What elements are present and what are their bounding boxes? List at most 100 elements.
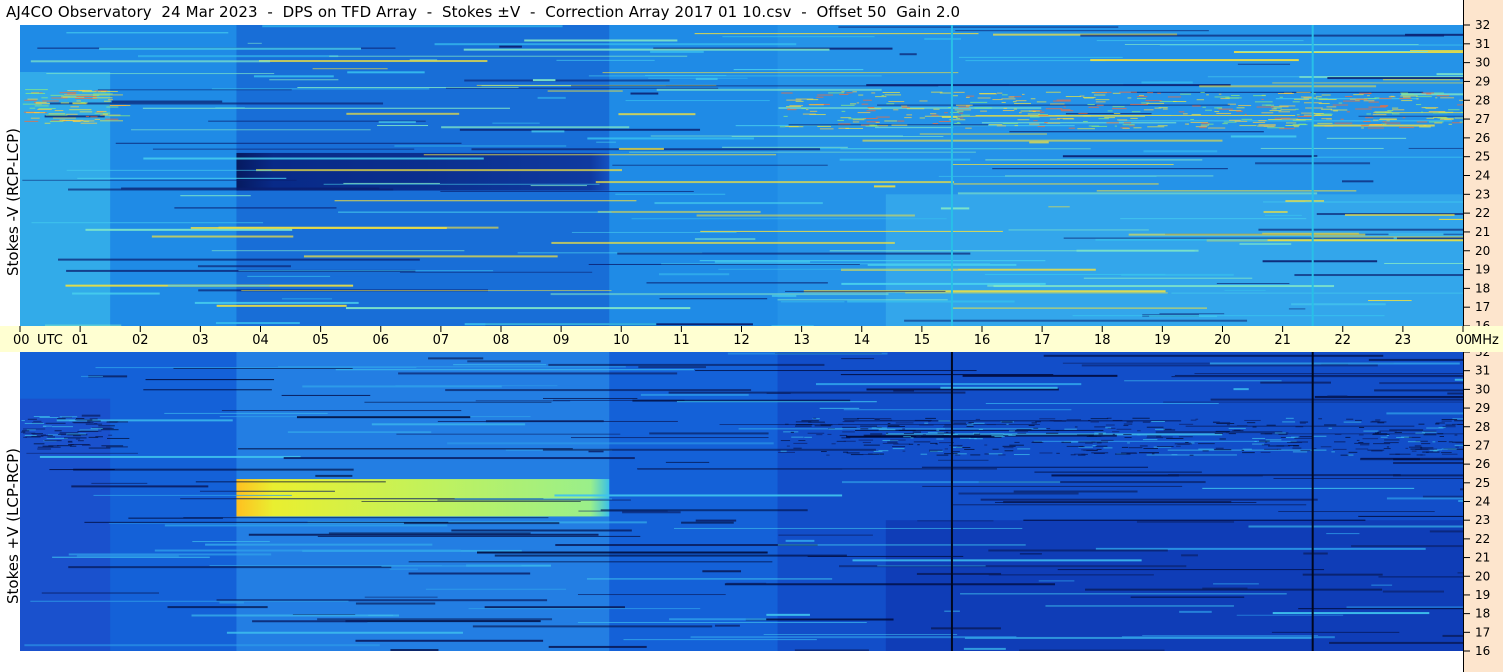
interference-burst	[1147, 435, 1162, 437]
interference-burst	[1088, 125, 1100, 127]
noise-streak	[73, 468, 354, 471]
noise-streak	[1096, 190, 1357, 192]
interference-burst	[1292, 101, 1300, 103]
interference-burst	[1333, 448, 1347, 450]
interference-burst	[70, 444, 90, 446]
interference-burst	[1014, 102, 1031, 104]
interference-burst	[1330, 109, 1348, 111]
frequency-tick-label: 22	[1475, 206, 1490, 220]
interference-burst	[930, 113, 937, 115]
noise-streak	[121, 187, 380, 190]
noise-streak	[841, 282, 1046, 285]
noise-streak	[199, 490, 335, 492]
noise-streak	[364, 596, 438, 598]
interference-burst	[1354, 442, 1370, 444]
interference-burst	[1201, 122, 1210, 124]
interference-burst	[992, 448, 999, 450]
interference-burst	[1030, 116, 1040, 118]
noise-streak	[1248, 525, 1463, 528]
interference-burst	[1121, 446, 1129, 448]
interference-burst	[1017, 448, 1031, 450]
interference-burst	[839, 434, 848, 436]
noise-streak	[335, 369, 695, 371]
noise-streak	[794, 649, 869, 651]
interference-burst	[1321, 94, 1331, 96]
frequency-tick-label: 26	[1475, 131, 1490, 145]
noise-streak	[85, 228, 293, 231]
interference-burst	[992, 99, 1003, 101]
interference-burst	[1017, 432, 1027, 434]
interference-burst	[817, 94, 834, 96]
noise-streak	[258, 60, 488, 63]
noise-streak	[211, 250, 465, 252]
interference-burst	[888, 101, 905, 103]
interference-burst	[1137, 434, 1141, 436]
noise-streak	[1090, 59, 1299, 62]
interference-burst	[842, 426, 857, 428]
noise-streak	[1209, 362, 1460, 365]
interference-burst	[848, 118, 866, 120]
interference-burst	[1373, 443, 1391, 445]
interference-burst	[102, 113, 108, 115]
interference-burst	[1332, 104, 1349, 106]
interference-burst	[863, 444, 880, 446]
interference-burst	[846, 92, 853, 94]
noise-streak	[841, 358, 875, 360]
noise-streak	[345, 620, 541, 623]
noise-streak	[588, 75, 882, 77]
noise-streak	[302, 385, 502, 388]
interference-burst	[1229, 119, 1241, 121]
time-tick-label: 17	[1034, 333, 1051, 348]
interference-burst	[1151, 421, 1165, 423]
noise-streak	[1085, 588, 1383, 591]
noise-streak	[1368, 300, 1412, 302]
interference-burst	[1215, 447, 1224, 449]
noise-streak	[183, 517, 549, 519]
interference-burst	[1252, 437, 1266, 439]
interference-burst	[842, 421, 855, 423]
noise-streak	[570, 437, 769, 439]
noise-streak	[46, 73, 275, 75]
noise-streak	[852, 559, 1142, 562]
noise-streak	[550, 293, 889, 296]
interference-burst	[1116, 428, 1132, 430]
noise-streak	[219, 601, 244, 604]
interference-burst	[1392, 107, 1399, 109]
interference-burst	[33, 443, 45, 445]
interference-burst	[1142, 421, 1151, 423]
noise-streak	[464, 79, 670, 82]
interference-burst	[47, 436, 56, 438]
interference-burst	[1117, 119, 1128, 121]
interference-burst	[1375, 112, 1394, 114]
noise-streak	[1305, 201, 1463, 203]
interference-burst	[806, 99, 819, 101]
interference-burst	[1176, 445, 1181, 447]
interference-burst	[787, 109, 797, 111]
noise-streak	[1422, 495, 1463, 498]
interference-burst	[1440, 97, 1455, 99]
interference-burst	[1331, 451, 1335, 453]
interference-burst	[1094, 426, 1106, 428]
interference-burst	[828, 428, 843, 430]
noise-streak	[346, 112, 460, 115]
interference-burst	[1050, 420, 1063, 422]
interference-burst	[974, 107, 992, 109]
noise-streak	[547, 90, 623, 92]
interference-burst	[1112, 431, 1120, 433]
interference-burst	[94, 118, 101, 120]
noise-streak	[1291, 303, 1386, 306]
interference-burst	[984, 444, 988, 446]
interference-burst	[1358, 92, 1372, 94]
interference-burst	[80, 122, 98, 124]
interference-burst	[875, 96, 887, 98]
interference-burst	[1420, 447, 1434, 449]
interference-burst	[85, 115, 90, 117]
time-tick-label: 18	[1094, 333, 1111, 348]
interference-burst	[975, 435, 981, 437]
time-tick-label: 21	[1274, 333, 1291, 348]
noise-streak	[451, 529, 632, 532]
interference-burst	[1295, 108, 1299, 110]
noise-streak	[211, 88, 430, 90]
interference-burst	[861, 103, 869, 105]
interference-burst	[1334, 122, 1353, 124]
